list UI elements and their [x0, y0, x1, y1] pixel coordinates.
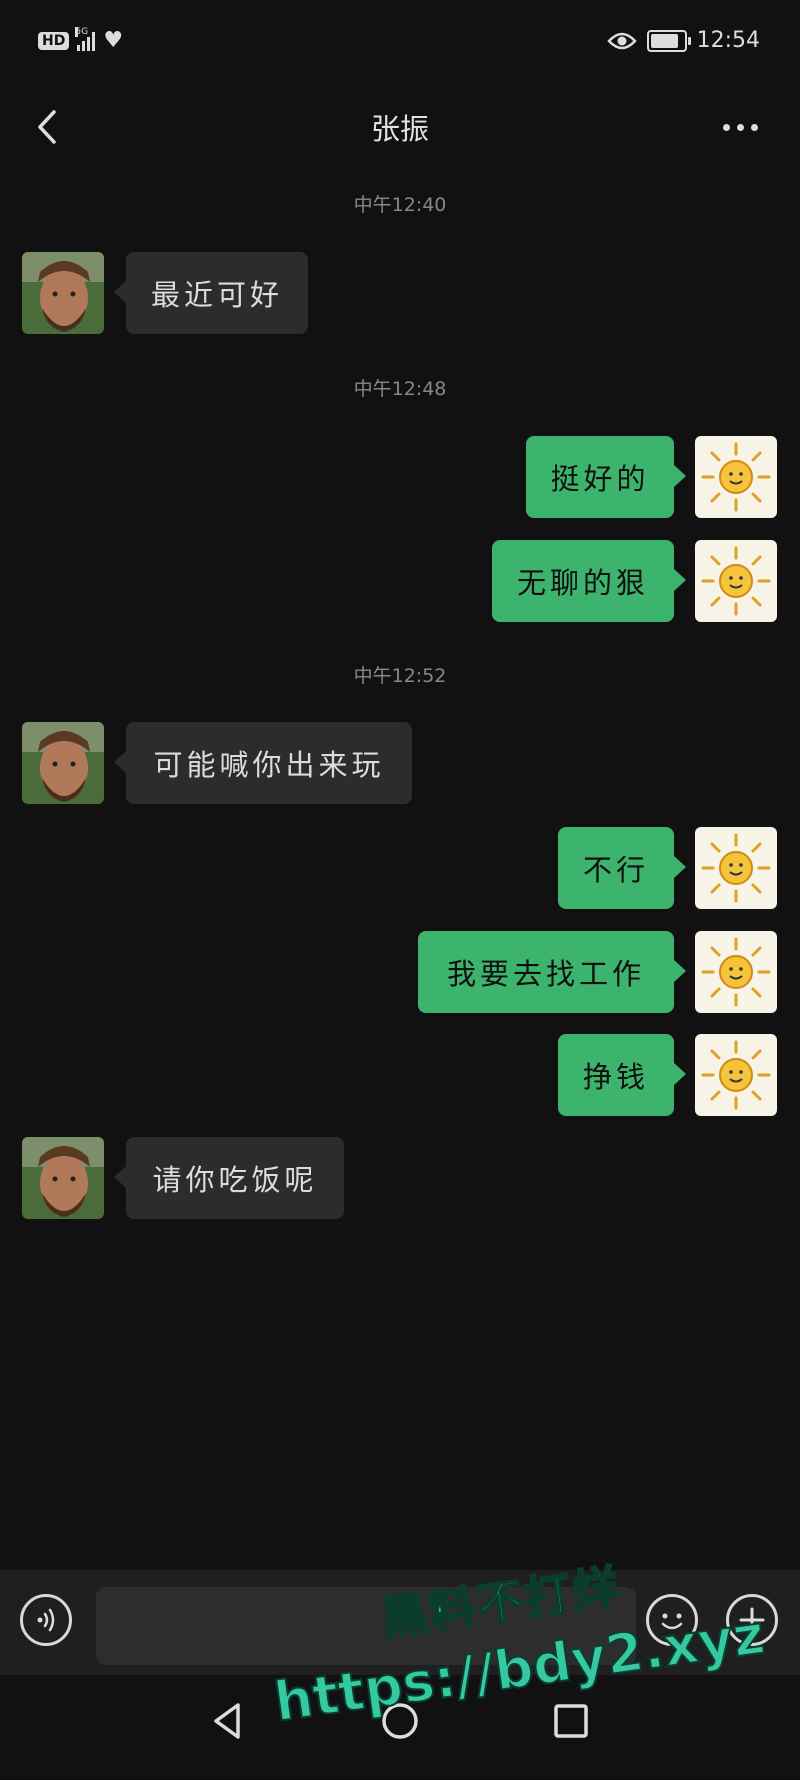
sun-avatar-image — [695, 540, 777, 622]
chat-title: 张振 — [370, 112, 429, 146]
contact-avatar[interactable] — [22, 722, 104, 804]
triangle-back-icon — [214, 1703, 240, 1739]
contact-avatar[interactable] — [22, 252, 104, 334]
square-recents-icon — [554, 1704, 588, 1738]
message-bubble[interactable]: 无聊的狠 — [492, 540, 686, 622]
message-bubble[interactable]: 不行 — [558, 827, 686, 909]
message-input[interactable] — [96, 1587, 636, 1665]
message-text: 可能喊你出来玩 — [153, 748, 385, 782]
status-left: HD 5G ♥ — [38, 27, 124, 53]
message-bubble[interactable]: 可能喊你出来玩 — [114, 722, 412, 804]
signal-label: 5G — [75, 27, 89, 37]
timestamp: 中午12:48 — [353, 378, 447, 400]
status-bar: HD 5G ♥ 12:54 — [0, 0, 800, 88]
sun-avatar-image — [695, 931, 777, 1013]
message-bubble[interactable]: 请你吃饭呢 — [114, 1137, 344, 1219]
chat-header: 张振 — [0, 88, 800, 168]
emoji-button[interactable] — [646, 1594, 698, 1646]
message-text: 请你吃饭呢 — [152, 1163, 318, 1197]
more-options-button[interactable] — [710, 112, 770, 142]
my-avatar[interactable] — [695, 1034, 777, 1116]
emoji-smile-icon — [661, 1613, 683, 1630]
message-text: 挺好的 — [550, 462, 650, 496]
message-text: 最近可好 — [150, 278, 283, 312]
health-heart-icon: ♥ — [103, 28, 124, 53]
message-text: 我要去找工作 — [446, 957, 645, 991]
contact-avatar-image — [22, 252, 104, 334]
contact-avatar-image — [22, 722, 104, 804]
circle-home-icon — [382, 1703, 418, 1739]
nav-home-button[interactable] — [372, 1693, 428, 1749]
nav-recents-button[interactable] — [543, 1693, 599, 1749]
status-right: 12:54 — [606, 28, 760, 53]
sun-avatar-image — [695, 1034, 777, 1116]
more-dot — [722, 123, 730, 131]
battery-icon — [646, 29, 691, 52]
system-nav-bar — [0, 1675, 800, 1767]
my-avatar[interactable] — [695, 931, 777, 1013]
message-bubble[interactable]: 挣钱 — [558, 1034, 686, 1116]
voice-icon — [37, 1608, 55, 1632]
timestamp: 中午12:40 — [353, 194, 447, 216]
message-bubble[interactable]: 我要去找工作 — [418, 931, 686, 1013]
my-avatar[interactable] — [695, 540, 777, 622]
sun-avatar-image — [695, 436, 777, 518]
voice-button[interactable] — [20, 1594, 72, 1646]
my-avatar[interactable] — [695, 436, 777, 518]
chat-input-bar — [0, 1570, 800, 1675]
status-time: 12:54 — [696, 28, 760, 53]
message-bubble[interactable]: 最近可好 — [114, 252, 308, 334]
plus-icon — [739, 1607, 765, 1633]
message-bubble[interactable]: 挺好的 — [526, 436, 686, 518]
timestamp: 中午12:52 — [353, 665, 447, 687]
my-avatar[interactable] — [695, 827, 777, 909]
more-dot — [736, 123, 744, 131]
hd-badge: HD — [38, 32, 70, 50]
more-actions-button[interactable] — [726, 1594, 778, 1646]
signal-strength-icon: 5G — [75, 27, 96, 51]
message-text: 不行 — [582, 853, 649, 887]
sun-avatar-image — [695, 827, 777, 909]
battery-fill — [650, 33, 678, 48]
eye-icon — [606, 32, 637, 49]
more-dot — [750, 123, 758, 131]
message-text: 无聊的狠 — [516, 566, 649, 600]
contact-avatar-image — [22, 1137, 104, 1219]
message-text: 挣钱 — [582, 1060, 649, 1094]
nav-back-button[interactable] — [200, 1693, 256, 1749]
contact-avatar[interactable] — [22, 1137, 104, 1219]
